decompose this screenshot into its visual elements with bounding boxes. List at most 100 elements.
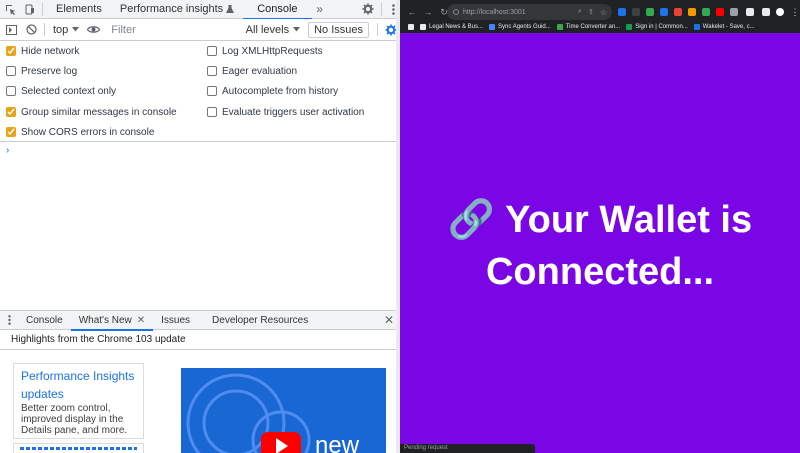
whats-new-heading: Highlights from the Chrome 103 update	[0, 330, 400, 350]
extension-icon[interactable]	[702, 8, 710, 16]
setting-hide-network[interactable]: Hide network	[6, 44, 79, 58]
sidebar-toggle-icon[interactable]	[0, 24, 22, 35]
back-arrow-icon[interactable]: ←	[405, 5, 419, 19]
status-bubble: Pending request	[400, 444, 535, 453]
context-selector[interactable]: top	[49, 22, 83, 38]
extension-icon[interactable]	[632, 8, 640, 16]
extension-icon[interactable]	[618, 8, 626, 16]
checkbox[interactable]	[6, 46, 16, 56]
console-settings-panel: Hide network Preserve log Selected conte…	[0, 41, 400, 142]
checkbox[interactable]	[6, 127, 16, 137]
checkmark-icon	[7, 128, 15, 136]
issues-button[interactable]: No Issues	[308, 21, 369, 38]
bookmark-star-icon[interactable]: ☆	[600, 8, 607, 17]
setting-label: Log XMLHttpRequests	[222, 45, 323, 57]
bookmark-item[interactable]: Sign in | Common...	[626, 24, 688, 30]
setting-preserve-log[interactable]: Preserve log	[6, 64, 77, 78]
extension-icon[interactable]	[646, 8, 654, 16]
checkbox[interactable]	[6, 107, 16, 117]
setting-selected-context-only[interactable]: Selected context only	[6, 84, 116, 98]
setting-eager-evaluation[interactable]: Eager evaluation	[207, 64, 297, 78]
extension-icon[interactable]	[674, 8, 682, 16]
share-icon[interactable]: ⇪	[588, 8, 594, 16]
bookmark-favicon-icon	[693, 24, 700, 30]
bookmark-item[interactable]: Sync Agents Guid...	[489, 24, 551, 30]
inspect-element-icon[interactable]	[0, 0, 20, 19]
bookmark-item[interactable]: Wakelet - Save, c...	[693, 24, 755, 30]
bookmark-favicon-icon	[626, 24, 633, 30]
bookmarks-bar: Legal News & Bus... Sync Agents Guid... …	[400, 21, 800, 33]
toolbar-divider-right	[377, 23, 378, 36]
bookmark-item[interactable]: Legal News & Bus...	[420, 24, 483, 30]
setting-label: Evaluate triggers user activation	[222, 106, 365, 118]
checkbox[interactable]	[6, 86, 16, 96]
extensions-puzzle-icon[interactable]	[746, 8, 754, 16]
experiment-flask-icon	[226, 4, 235, 14]
bookmark-label: Time Converter an...	[565, 24, 621, 30]
bookmark-favicon-icon	[420, 24, 426, 30]
setting-label: Group similar messages in console	[21, 106, 177, 118]
console-toolbar: top Filter All levels No Issues	[0, 19, 400, 41]
feature-card-next[interactable]	[13, 443, 144, 453]
filter-input[interactable]: Filter	[107, 22, 237, 38]
feature-card-title[interactable]: Performance Insights updates	[21, 367, 136, 403]
drawer-tab-console[interactable]: Console	[18, 311, 71, 330]
profile-avatar[interactable]	[776, 8, 784, 16]
setting-log-xhr[interactable]: Log XMLHttpRequests	[207, 44, 323, 58]
console-prompt: ›	[6, 145, 10, 156]
wallet-connected-text: Your Wallet is Connected...	[485, 199, 753, 293]
forward-arrow-icon[interactable]: →	[421, 5, 435, 19]
feature-card[interactable]: Performance Insights updates Better zoom…	[13, 363, 144, 439]
tab-console[interactable]: Console	[243, 0, 312, 20]
device-toolbar-icon[interactable]	[20, 0, 38, 19]
drawer-tab-issues[interactable]: Issues	[153, 311, 198, 330]
tab-performance-insights[interactable]: Performance insights	[111, 0, 243, 19]
omnibox[interactable]: http://localhost:3001 ⌕ ⇪ ☆	[447, 4, 612, 20]
extension-icon[interactable]	[730, 8, 738, 16]
zoom-icon[interactable]: ⌕	[578, 8, 582, 16]
side-panel-icon[interactable]	[762, 8, 770, 16]
checkbox[interactable]	[207, 86, 217, 96]
checkbox[interactable]	[6, 66, 16, 76]
settings-gear-icon[interactable]	[359, 3, 377, 15]
checkbox[interactable]	[207, 66, 217, 76]
setting-autocomplete-history[interactable]: Autocomplete from history	[207, 84, 338, 98]
bookmarks-apps-icon[interactable]	[408, 24, 414, 30]
setting-label: Preserve log	[21, 65, 78, 77]
log-levels-value: All levels	[245, 23, 290, 36]
live-expression-eye-icon[interactable]	[83, 25, 103, 34]
context-selector-value: top	[53, 23, 69, 36]
site-info-icon[interactable]	[453, 9, 459, 15]
more-tabs-icon[interactable]: »	[312, 2, 328, 16]
setting-group-similar[interactable]: Group similar messages in console	[6, 105, 177, 119]
extension-icon[interactable]	[716, 8, 724, 16]
drawer-tab-whats-new[interactable]: What's New ✕	[70, 311, 154, 331]
feature-card-description: Better zoom control, improved display in…	[21, 403, 128, 436]
browser-chrome: ← → ↻ http://localhost:3001 ⌕ ⇪ ☆ ⋮ Lega…	[400, 0, 800, 33]
drawer-tabbar: Console What's New ✕ Issues Developer Re…	[0, 310, 400, 331]
tab-elements[interactable]: Elements	[47, 0, 111, 19]
chevron-down-icon	[293, 27, 301, 32]
checkbox[interactable]	[207, 107, 217, 117]
log-levels-dropdown[interactable]: All levels	[242, 22, 304, 38]
extension-icon[interactable]	[688, 8, 696, 16]
clear-console-icon[interactable]	[22, 24, 40, 35]
drawer-menu-icon[interactable]	[0, 315, 18, 325]
checkmark-icon	[7, 108, 15, 116]
checkbox[interactable]	[207, 46, 217, 56]
video-caption: new	[315, 432, 360, 453]
bookmark-label: Sign in | Common...	[635, 24, 688, 30]
bookmark-favicon-icon	[489, 24, 496, 30]
bookmark-item[interactable]: Time Converter an...	[556, 24, 621, 30]
video-thumbnail[interactable]: new	[181, 368, 386, 453]
close-tab-icon[interactable]: ✕	[137, 315, 145, 326]
console-output[interactable]: ›	[0, 142, 400, 310]
drawer-tab-developer-resources[interactable]: Developer Resources	[198, 311, 316, 330]
setting-evaluate-triggers[interactable]: Evaluate triggers user activation	[207, 105, 364, 119]
wallet-connected-heading: 🔗 Your Wallet is Connected...	[400, 194, 800, 298]
devtools-tabbar: Elements Performance insights Console »	[0, 0, 400, 20]
setting-show-cors-errors[interactable]: Show CORS errors in console	[6, 125, 154, 139]
browser-menu-icon[interactable]: ⋮	[788, 5, 800, 19]
setting-label: Autocomplete from history	[222, 85, 339, 97]
extension-icon[interactable]	[660, 8, 668, 16]
